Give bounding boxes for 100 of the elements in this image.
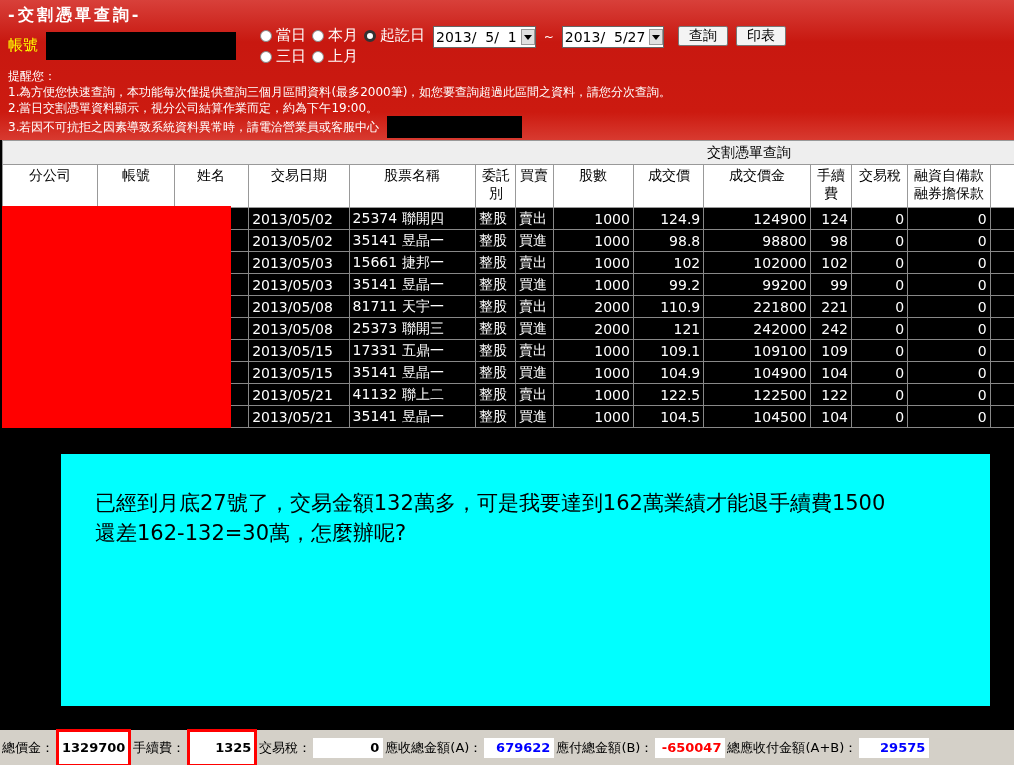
table-cell: 35141 昱晶一 — [349, 405, 476, 428]
table-cell: 109100 — [703, 339, 811, 362]
table-cell: 35141 昱晶一 — [349, 229, 476, 252]
table-cell: 0 — [851, 273, 908, 296]
account-label: 帳號 — [8, 36, 38, 55]
note-text: 已經到月底27號了，交易金額132萬多，可是我要達到162萬業績才能退手續費1500 — [95, 490, 886, 517]
range-radio[interactable]: 起訖日 — [364, 26, 425, 45]
table-cell: 121 — [633, 317, 704, 340]
table-cell: 2013/05/21 — [248, 405, 350, 428]
table-cell: 2013/05/03 — [248, 273, 350, 296]
table-cell: 2013/05/15 — [248, 339, 350, 362]
total-field: 29575 — [859, 737, 930, 758]
dropdown-caret-icon — [649, 29, 664, 45]
range-radio[interactable]: 三日 — [260, 47, 306, 66]
print-button[interactable]: 印表 — [736, 26, 787, 46]
table-cell: 買進 — [515, 273, 554, 296]
column-header: 買賣 — [515, 164, 554, 208]
table-cell: 102000 — [703, 251, 811, 274]
table-cell: 賣出 — [515, 339, 554, 362]
table-cell: 25373 聯開三 — [349, 317, 476, 340]
table-cell: 整股 — [475, 251, 516, 274]
table-cell: 2013/05/03 — [248, 251, 350, 274]
table-cell: 1000 — [553, 229, 634, 252]
table-cell: 104500 — [703, 405, 811, 428]
table-cell: 0 — [907, 229, 991, 252]
table-cell: 0 — [851, 317, 908, 340]
page-title: -交割憑單查詢- — [8, 6, 142, 24]
table-cell: 81711 天宇一 — [349, 295, 476, 318]
notice-line: 3.若因不可抗拒之因素導致系統資料異常時，請電洽營業員或客服中心 — [8, 119, 380, 135]
date-to-select[interactable]: 2013/ 5/27 — [561, 26, 665, 48]
table-cell: 221 — [810, 295, 852, 318]
query-button[interactable]: 查詢 — [678, 26, 729, 46]
table-cell: 整股 — [475, 405, 516, 428]
column-header: 成交價金 — [703, 164, 811, 208]
table-cell: 109 — [810, 339, 852, 362]
table-cell: 102 — [633, 251, 704, 274]
table-cell: 整股 — [475, 361, 516, 384]
table-cell: 98 — [810, 229, 852, 252]
table-cell: 98.8 — [633, 229, 704, 252]
table-cell: 整股 — [475, 383, 516, 406]
table-cell: 0 — [851, 251, 908, 274]
table-cell: 1000 — [553, 383, 634, 406]
table-cell: 122500 — [703, 383, 811, 406]
column-header: 交易稅 — [851, 164, 908, 208]
table-cell: 0 — [851, 361, 908, 384]
table-cell: 124.9 — [633, 207, 704, 230]
column-header: 手續費 — [810, 164, 852, 208]
table-cell: 104.9 — [633, 361, 704, 384]
date-from-select[interactable]: 2013/ 5/ 1 — [433, 26, 536, 48]
notice-line: 2.當日交割憑單資料顯示，視分公司結算作業而定，約為下午19:00。 — [8, 100, 379, 116]
column-header: 成交價 — [633, 164, 704, 208]
date-separator: ~ — [543, 30, 554, 44]
table-cell: 2013/05/15 — [248, 361, 350, 384]
table-cell: 35141 昱晶一 — [349, 361, 476, 384]
table-cell: 0 — [907, 207, 991, 230]
table-cell: 0 — [907, 317, 991, 340]
table-cell: 221800 — [703, 295, 811, 318]
total-field: 0 — [313, 737, 384, 758]
table-cell: 124 — [810, 207, 852, 230]
table-cell: 102 — [810, 251, 852, 274]
table-cell: 41132 聯上二 — [349, 383, 476, 406]
table-cell: 242 — [810, 317, 852, 340]
column-header: 股票名稱 — [349, 164, 476, 208]
total-label: 總應收付金額(A+B)： — [727, 738, 858, 757]
table-cell: 35141 昱晶一 — [349, 273, 476, 296]
dropdown-caret-icon — [520, 29, 535, 45]
range-radio[interactable]: 上月 — [312, 47, 358, 66]
table-cell: 整股 — [475, 207, 516, 230]
table-cell: 1000 — [553, 273, 634, 296]
table-cell: 0 — [851, 339, 908, 362]
table-cell: 整股 — [475, 273, 516, 296]
table-cell: 2013/05/02 — [248, 229, 350, 252]
table-cell: 242000 — [703, 317, 811, 340]
table-cell: 0 — [851, 383, 908, 406]
table-cell: 17331 五鼎一 — [349, 339, 476, 362]
table-cell: 0 — [851, 405, 908, 428]
table-cell: 1000 — [553, 339, 634, 362]
table-cell: 0 — [907, 383, 991, 406]
table-cell: 買進 — [515, 317, 554, 340]
table-cell: 98800 — [703, 229, 811, 252]
column-header: 交易日期 — [248, 164, 350, 208]
total-field: -650047 — [655, 737, 726, 758]
table-cell: 99200 — [703, 273, 811, 296]
notice-title: 提醒您： — [8, 68, 56, 84]
range-radio[interactable]: 當日 — [260, 26, 306, 45]
table-cell: 124900 — [703, 207, 811, 230]
table-cell: 15661 捷邦一 — [349, 251, 476, 274]
table-cell: 122 — [810, 383, 852, 406]
range-radio[interactable]: 本月 — [312, 26, 358, 45]
table-cell: 0 — [851, 207, 908, 230]
total-label: 應收總金額(A)： — [385, 738, 483, 757]
total-label: 交易稅： — [259, 738, 312, 757]
table-cell: 0 — [907, 361, 991, 384]
table-cell: 0 — [851, 229, 908, 252]
table-cell: 2000 — [553, 317, 634, 340]
table-cell: 109.1 — [633, 339, 704, 362]
table-cell: 0 — [907, 273, 991, 296]
table-cell: 1000 — [553, 361, 634, 384]
column-header: 委託別 — [475, 164, 516, 208]
table-cell: 104.5 — [633, 405, 704, 428]
